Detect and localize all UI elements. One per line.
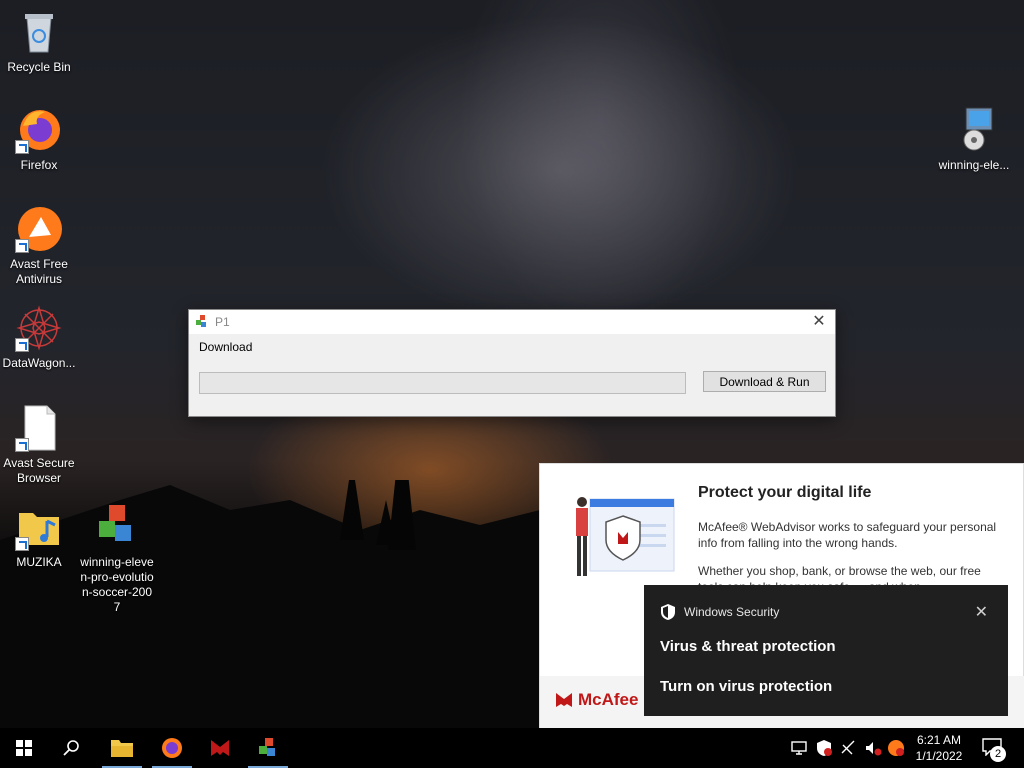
installer-blocks-icon xyxy=(93,503,141,551)
mcafee-paragraph: Whether you shop, bank, or browse the we… xyxy=(698,564,981,585)
taskbar-mcafee[interactable] xyxy=(196,728,244,768)
clock-time: 6:21 AM xyxy=(916,733,962,747)
avast-icon xyxy=(15,205,63,253)
notification-title: Virus & threat protection xyxy=(660,638,836,655)
shortcut-arrow-icon xyxy=(15,338,29,352)
mcafee-title: Protect your digital life xyxy=(698,484,872,501)
file-explorer-icon xyxy=(111,740,133,757)
windows-security-tray-icon[interactable] xyxy=(815,739,833,757)
desktop-icon-label: Avast Secure Browser xyxy=(3,456,75,485)
taskbar: 6:21 AM 1/1/2022 2 xyxy=(0,728,1024,768)
mcafee-logo: McAfee xyxy=(554,690,638,710)
taskbar-clock[interactable]: 6:21 AM 1/1/2022 xyxy=(908,732,970,764)
avast-tray-icon[interactable] xyxy=(887,739,905,757)
mcafee-icon xyxy=(211,740,229,756)
desktop-icon-label: Avast Free Antivirus xyxy=(10,257,68,286)
volume-muted-icon[interactable] xyxy=(864,739,882,757)
desktop-icon-label: winning-ele... xyxy=(938,158,1010,172)
datawagon-icon xyxy=(15,304,63,352)
download-run-button[interactable]: Download & Run xyxy=(703,371,826,392)
taskbar-p1-app[interactable] xyxy=(244,728,292,768)
desktop-icon-firefox[interactable]: Firefox xyxy=(1,106,77,173)
search-button[interactable] xyxy=(48,728,96,768)
desktop-icon-label: Firefox xyxy=(20,158,58,172)
search-icon xyxy=(63,740,79,756)
notification-app-name: Windows Security xyxy=(684,605,780,619)
desktop-icon-winning-eleven[interactable]: winning-eleven-pro-evolution-soccer-2007 xyxy=(79,503,155,615)
security-illustration xyxy=(576,497,675,576)
firefox-icon xyxy=(162,738,182,758)
close-icon[interactable]: ✕ xyxy=(807,312,831,332)
recycle-bin-icon xyxy=(15,8,63,56)
p1-app-icon xyxy=(259,738,275,756)
window-title: P1 xyxy=(215,315,230,329)
display-icon[interactable] xyxy=(840,739,858,757)
notification-count-badge: 2 xyxy=(990,746,1006,762)
shortcut-arrow-icon xyxy=(15,537,29,551)
notification-body: Turn on virus protection xyxy=(660,678,833,695)
action-center-button[interactable]: 2 xyxy=(980,736,1008,762)
shield-icon xyxy=(661,604,675,620)
app-icon xyxy=(196,315,206,327)
shortcut-arrow-icon xyxy=(15,239,29,253)
window-titlebar[interactable]: P1 xyxy=(189,310,835,334)
network-icon[interactable] xyxy=(790,739,808,757)
firefox-icon xyxy=(15,106,63,154)
desktop-icon-datawagon[interactable]: DataWagon... xyxy=(1,304,77,371)
desktop-icon-avast-antivirus[interactable]: Avast Free Antivirus xyxy=(1,205,77,287)
desktop-icon-recycle-bin[interactable]: Recycle Bin xyxy=(1,8,77,75)
shortcut-arrow-icon xyxy=(15,438,29,452)
music-folder-icon xyxy=(15,503,63,551)
shortcut-arrow-icon xyxy=(15,140,29,154)
taskbar-firefox[interactable] xyxy=(148,728,196,768)
start-button[interactable] xyxy=(0,728,48,768)
desktop-icon-label: MUZIKA xyxy=(16,555,62,569)
clock-date: 1/1/2022 xyxy=(915,749,963,763)
p1-window: P1 ✕ Download Download & Run xyxy=(188,309,836,417)
desktop-icon-winning-ele-setup[interactable]: winning-ele... xyxy=(936,106,1012,173)
desktop-icon-label: winning-eleven-pro-evolution-soccer-2007 xyxy=(80,555,154,614)
mcafee-paragraph: McAfee® WebAdvisor works to safeguard yo… xyxy=(698,520,997,550)
setup-installer-icon xyxy=(950,106,998,154)
windows-logo-icon xyxy=(16,740,32,756)
mcafee-brand: McAfee xyxy=(578,690,639,709)
document-icon xyxy=(15,404,63,452)
desktop-icon-label: DataWagon... xyxy=(2,356,76,370)
windows-security-notification[interactable]: Windows Security ✕ Virus & threat protec… xyxy=(644,585,1008,716)
download-progress-bar xyxy=(199,372,686,394)
taskbar-file-explorer[interactable] xyxy=(98,728,146,768)
desktop-icon-avast-secure-browser[interactable]: Avast Secure Browser xyxy=(1,404,77,486)
desktop-icon-muzika[interactable]: MUZIKA xyxy=(1,503,77,570)
desktop-icon-label: Recycle Bin xyxy=(7,60,71,74)
mcafee-shield-icon xyxy=(556,693,572,707)
download-label: Download xyxy=(199,340,253,354)
close-icon[interactable]: ✕ xyxy=(975,602,988,622)
